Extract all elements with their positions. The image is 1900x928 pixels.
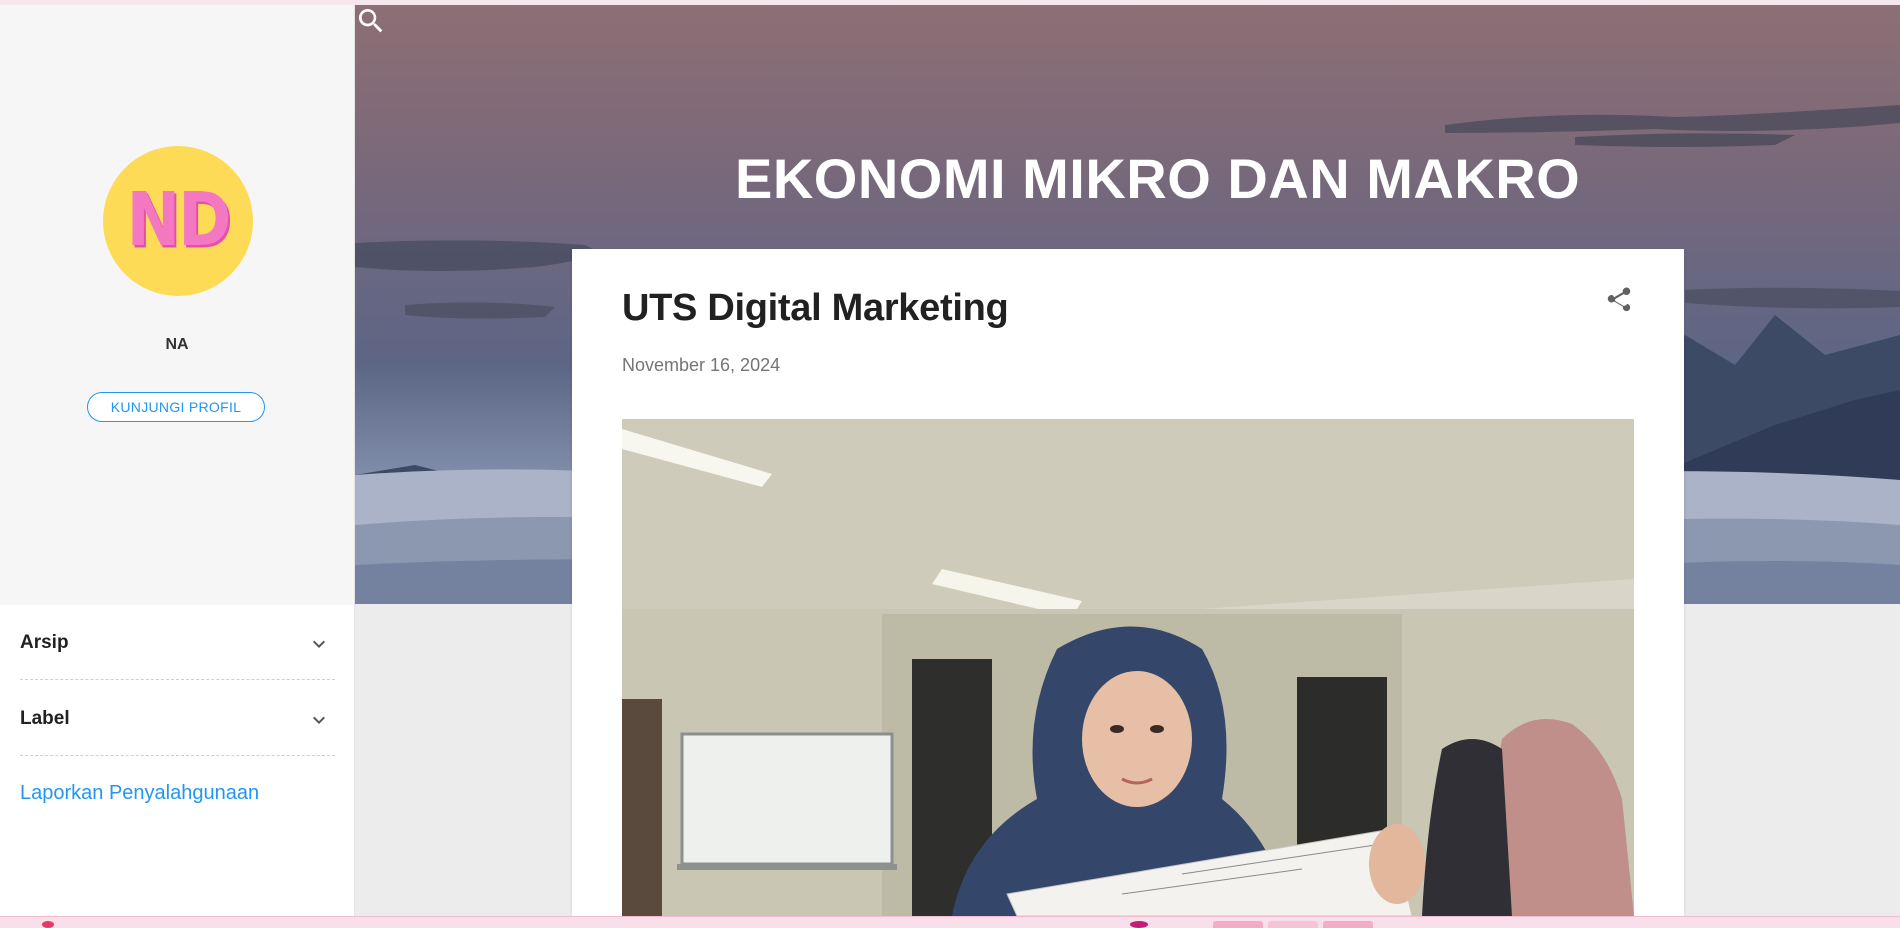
search-icon[interactable] bbox=[355, 5, 387, 37]
profile-name: NA bbox=[165, 336, 189, 353]
widget-label-label: Label bbox=[20, 708, 70, 729]
chevron-down-icon[interactable] bbox=[307, 632, 331, 656]
chevron-down-icon[interactable] bbox=[307, 708, 331, 732]
post-photo bbox=[622, 419, 1634, 916]
share-icon[interactable] bbox=[1604, 285, 1634, 315]
visit-profile-button[interactable]: KUNJUNGI PROFIL bbox=[87, 392, 265, 422]
post-title[interactable]: UTS Digital Marketing bbox=[622, 287, 1009, 330]
widget-archive[interactable]: Arsip bbox=[20, 605, 335, 680]
avatar-text: ND bbox=[126, 178, 232, 264]
sidebar: ND NA KUNJUNGI PROFIL Arsip Label Lapork… bbox=[0, 5, 355, 916]
post-date[interactable]: November 16, 2024 bbox=[622, 355, 780, 376]
widget-archive-label: Arsip bbox=[20, 632, 69, 653]
profile-section: ND NA KUNJUNGI PROFIL bbox=[0, 5, 354, 605]
avatar[interactable]: ND bbox=[103, 146, 253, 296]
browser-bottom-strip bbox=[0, 916, 1900, 928]
post-card: UTS Digital Marketing November 16, 2024 bbox=[572, 249, 1684, 916]
widget-label[interactable]: Label bbox=[20, 681, 335, 756]
report-abuse-link[interactable]: Laporkan Penyalahgunaan bbox=[20, 782, 259, 805]
post-image[interactable] bbox=[622, 419, 1634, 916]
blog-title[interactable]: EKONOMI MIKRO DAN MAKRO bbox=[735, 146, 1900, 211]
